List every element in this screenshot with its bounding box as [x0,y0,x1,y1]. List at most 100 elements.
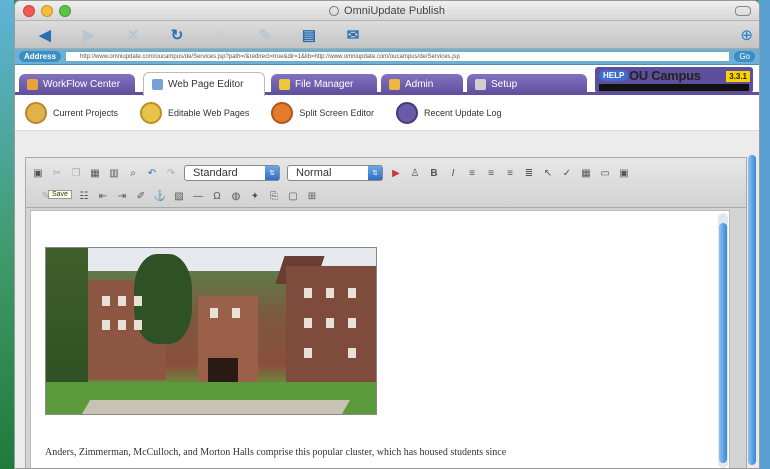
photo-window [348,318,356,328]
subnav-recent-update-log[interactable]: Recent Update Log [395,101,502,124]
redo-icon[interactable]: ↷ [165,167,177,179]
campus-photo[interactable] [45,247,377,415]
photo-window [304,318,312,328]
paste-icon[interactable]: ▦ [89,167,101,179]
editor-document[interactable]: Anders, Zimmerman, McCulloch, and Morton… [30,210,730,468]
chevron-down-icon: ⇅ [265,166,279,180]
subnav-label: Editable Web Pages [168,107,250,118]
horizontal-rule-icon[interactable]: — [192,190,204,202]
window-title: OmniUpdate Publish [329,5,445,17]
tab-label: Web Page Editor [168,79,244,90]
align-center-icon[interactable]: ≡ [485,167,497,179]
title-bar[interactable]: OmniUpdate Publish [15,1,759,21]
go-button[interactable]: Go [734,51,755,62]
format-select[interactable]: Normal ⇅ [287,165,383,181]
page-scrollbar[interactable] [747,153,757,467]
subnav-current-projects[interactable]: Current Projects [25,101,119,124]
address-input[interactable]: http://www.omniupdate.com/oucampus/de/Se… [65,51,731,62]
preview-icon[interactable]: ▢ [287,190,299,202]
cut-icon[interactable]: ✂ [51,167,63,179]
justify-icon[interactable]: ≣ [523,167,535,179]
close-window-button[interactable] [23,5,35,17]
bold-icon[interactable]: B [428,167,440,179]
tab-web-page-editor[interactable]: Web Page Editor [143,72,265,96]
undo-icon[interactable]: ↶ [146,167,158,179]
tab-file-manager[interactable]: File Manager [271,74,377,95]
body-paragraph[interactable]: Anders, Zimmerman, McCulloch, and Morton… [45,447,719,458]
copy-icon[interactable]: ❐ [70,167,82,179]
asset-icon[interactable]: ◍ [230,190,242,202]
find-icon[interactable]: ⌕ [127,167,139,179]
browser-window: OmniUpdate Publish ◀ ▶ ✕ ↻ ⌂ ✎ ▤ ✉ ⊕ Add… [14,0,760,469]
photo-tree-left [46,248,88,398]
forward-arrow-icon[interactable]: ▶ [81,27,97,44]
document-scrollbar[interactable] [718,213,728,468]
fullscreen-icon[interactable]: ⊞ [306,190,318,202]
editor-toolbar-row-2: ✎ ☰ ☷ ⇤ ⇥ ✐ ⚓ ▨ — Ω ◍ ✦ ⎘ ▢ ⊞ [40,190,318,202]
help-icon[interactable]: ⊕ [740,26,753,44]
photo-window [232,308,240,318]
tab-admin[interactable]: Admin [381,74,463,95]
sub-navigation: Current Projects Editable Web Pages Spli… [15,95,759,131]
media-icon[interactable]: ▶ [390,167,402,179]
editor-toolbar: ▣ ✂ ❐ ▦ ▥ ⌕ ↶ ↷ Standard ⇅ Normal ⇅ ▶ ♙ … [26,158,746,208]
spellcheck-icon[interactable]: ♙ [409,167,421,179]
stop-icon[interactable]: ✕ [125,27,141,44]
page-editor-icon [152,79,163,90]
brand-panel: HELP OU Campus 3.3.1 [595,67,753,93]
image-icon[interactable]: ▨ [173,190,185,202]
tab-label: Admin [405,79,434,90]
style-select[interactable]: Standard ⇅ [184,165,280,181]
italic-icon[interactable]: I [447,167,459,179]
tab-setup[interactable]: Setup [467,74,587,95]
tab-workflow-center[interactable]: WorkFlow Center [19,74,135,95]
table-icon[interactable]: ▦ [580,167,592,179]
link-icon[interactable]: ↖ [542,167,554,179]
outdent-icon[interactable]: ⇤ [97,190,109,202]
subnav-editable-web-pages[interactable]: Editable Web Pages [140,101,250,124]
subnav-label: Current Projects [53,107,119,118]
photo-window [134,320,142,330]
split-screen-icon [271,101,294,124]
photo-window [348,348,356,358]
unlink-icon[interactable]: ✓ [561,167,573,179]
snippet-icon[interactable]: ✦ [249,190,261,202]
bookmark-icon[interactable]: ✎ [257,27,273,44]
setup-icon [475,79,486,90]
numbered-list-icon[interactable]: ☷ [78,190,90,202]
reload-icon[interactable]: ↻ [169,27,185,44]
align-left-icon[interactable]: ≡ [466,167,478,179]
mail-icon[interactable]: ✉ [345,27,361,44]
document-scrollbar-thumb[interactable] [719,223,727,463]
insert-column-icon[interactable]: ▣ [618,167,630,179]
minimize-window-button[interactable] [41,5,53,17]
main-tab-bar: WorkFlow Center Web Page Editor File Man… [15,65,759,96]
paste-text-icon[interactable]: ▥ [108,167,120,179]
indent-icon[interactable]: ⇥ [116,190,128,202]
align-right-icon[interactable]: ≡ [504,167,516,179]
insert-link-icon[interactable]: ✐ [135,190,147,202]
print-icon[interactable]: ▤ [301,27,317,44]
anchor-icon[interactable]: ⚓ [154,190,166,202]
address-label: Address [19,51,62,62]
special-char-icon[interactable]: Ω [211,190,223,202]
subnav-label: Split Screen Editor [299,107,374,118]
save-icon[interactable]: ▣ [32,167,44,179]
source-code-icon[interactable]: ⎘ [268,190,280,202]
home-icon[interactable]: ⌂ [213,26,229,43]
photo-window [118,296,126,306]
insert-row-icon[interactable]: ▭ [599,167,611,179]
format-select-value: Normal [296,167,332,179]
photo-path [81,400,351,414]
back-arrow-icon[interactable]: ◀ [37,27,53,44]
subnav-label: Recent Update Log [423,107,502,118]
brand-logo: OU Campus [629,68,701,83]
subnav-split-screen-editor[interactable]: Split Screen Editor [271,101,374,124]
style-select-value: Standard [193,167,238,179]
page-scrollbar-thumb[interactable] [748,155,756,465]
help-button[interactable]: HELP [599,70,629,81]
chevron-down-icon: ⇅ [368,166,382,180]
photo-window [348,288,356,298]
zoom-window-button[interactable] [59,5,71,17]
toolbar-toggle-button[interactable] [735,6,751,16]
